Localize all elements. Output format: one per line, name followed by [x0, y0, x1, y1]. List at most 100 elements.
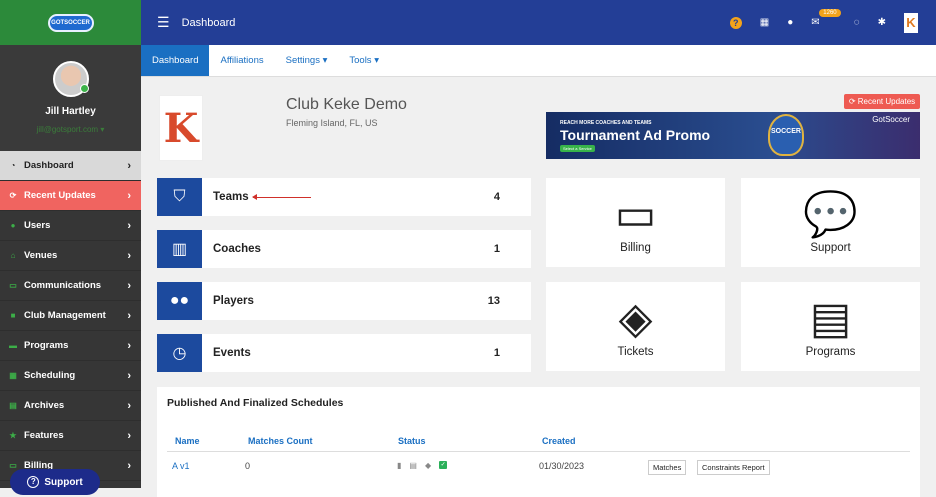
refresh-icon: ⟳: [848, 97, 858, 106]
mail-icon[interactable]: ✉ 1260: [811, 9, 841, 28]
sidebar-item-dashboard[interactable]: ◔ Dashboard ›: [0, 151, 141, 181]
constraints-report-button[interactable]: Constraints Report: [697, 460, 770, 475]
tab-settings[interactable]: Settings ▾: [275, 45, 339, 76]
matches-button[interactable]: Matches: [648, 460, 687, 475]
credit-card-icon: ▭: [9, 460, 17, 470]
sidebar-item-label: Venues: [24, 250, 58, 261]
sidebar-item-recent-updates[interactable]: ⟳ Recent Updates ›: [0, 181, 141, 211]
tab-affiliations[interactable]: Affiliations: [209, 45, 274, 76]
column-header-name[interactable]: Name: [175, 436, 200, 446]
stat-teams[interactable]: ⛉ Teams 4: [157, 178, 531, 216]
published-icon[interactable]: ✓: [439, 461, 448, 469]
page-title: Dashboard: [181, 16, 236, 29]
ad-tagline: REACH MORE COACHES AND TEAMS: [560, 120, 652, 126]
tab-bar: Dashboard Affiliations Settings ▾ Tools …: [141, 45, 936, 77]
column-header-matches-count[interactable]: Matches Count: [248, 436, 313, 446]
recent-updates-button[interactable]: ⟳ Recent Updates: [844, 94, 920, 109]
card-label: Support: [810, 242, 851, 254]
refresh-icon: ⟳: [9, 190, 17, 200]
bookmark-icon[interactable]: ▮: [397, 461, 401, 470]
question-icon: ?: [27, 476, 40, 488]
chat-icon[interactable]: ◌: [854, 17, 860, 28]
briefcase-icon: ■: [10, 310, 16, 320]
user-email: jill@gotsport.com: [36, 125, 99, 134]
tachometer-icon: ◔: [10, 160, 16, 170]
user-email-dropdown[interactable]: jill@gotsport.com ▾: [37, 125, 105, 134]
calendar-icon: ▦: [9, 370, 17, 380]
sidebar-item-label: Users: [24, 220, 51, 231]
schedules-panel: Published And Finalized Schedules Name M…: [157, 387, 920, 497]
sidebar-item-label: Club Management: [24, 310, 106, 321]
stat-count: 1: [493, 347, 500, 359]
online-status-dot: [79, 84, 89, 93]
hamburger-menu-icon[interactable]: ☰: [157, 14, 170, 31]
users-icon: ●●: [157, 282, 202, 320]
gear-icon[interactable]: ✱: [878, 17, 886, 28]
sidebar-item-club-management[interactable]: ■ Club Management ›: [0, 301, 141, 331]
annotation-arrow: [252, 194, 311, 200]
sidebar-item-archives[interactable]: ▤ Archives ›: [0, 391, 141, 421]
sidebar-item-features[interactable]: ★ Features ›: [0, 421, 141, 451]
help-icon[interactable]: ?: [729, 16, 742, 29]
support-button[interactable]: ? Support: [10, 469, 100, 495]
chevron-right-icon: ›: [127, 429, 131, 442]
tickets-card[interactable]: ◈ Tickets: [546, 282, 725, 371]
column-header-created[interactable]: Created: [542, 436, 576, 446]
chat-icon: ▭: [9, 280, 17, 290]
user-name: Jill Hartley: [45, 106, 96, 117]
tab-label: Settings: [285, 55, 320, 66]
chevron-right-icon: ›: [127, 249, 131, 262]
soccer-badge: SOCCER: [768, 114, 804, 156]
tab-dashboard[interactable]: Dashboard: [141, 45, 210, 76]
sidebar-item-label: Communications: [24, 280, 102, 291]
mail-badge: 1260: [819, 9, 841, 17]
sidebar-item-venues[interactable]: ⌂ Venues ›: [0, 241, 141, 271]
stat-label: Players: [213, 295, 254, 307]
book-icon: ▥: [157, 230, 202, 268]
stat-events[interactable]: ◷ Events 1: [157, 334, 531, 372]
sidebar-item-label: Programs: [24, 340, 69, 351]
schedule-name-link[interactable]: A v1: [172, 461, 190, 471]
sidebar-item-label: Features: [24, 430, 64, 441]
shield-icon: ⛉: [157, 178, 202, 216]
comments-icon: 💬: [803, 190, 858, 239]
sidebar-item-scheduling[interactable]: ▦ Scheduling ›: [0, 361, 141, 391]
tag-icon[interactable]: ◆: [425, 461, 431, 470]
ad-headline: Tournament Ad Promo: [560, 127, 711, 143]
credit-card-icon: ▭: [614, 190, 657, 239]
sidebar-item-users[interactable]: ● Users ›: [0, 211, 141, 241]
home-icon: ⌂: [10, 250, 16, 260]
clock-icon: ◷: [157, 334, 202, 372]
sidebar-item-communications[interactable]: ▭ Communications ›: [0, 271, 141, 301]
stat-coaches[interactable]: ▥ Coaches 1: [157, 230, 531, 268]
card-label: Programs: [805, 346, 856, 358]
programs-card[interactable]: ▤ Programs: [741, 282, 920, 371]
ticket-icon: ◈: [618, 294, 653, 343]
sidebar-item-label: Scheduling: [24, 370, 76, 381]
support-card[interactable]: 💬 Support: [741, 178, 920, 267]
stat-count: 13: [487, 295, 500, 307]
ad-cta[interactable]: Select a Service: [560, 145, 595, 152]
user-icon[interactable]: ●: [787, 17, 793, 28]
ad-banner[interactable]: REACH MORE COACHES AND TEAMS Tournament …: [546, 112, 920, 159]
sidebar-item-label: Dashboard: [24, 160, 74, 171]
sidebar-item-programs[interactable]: ▬ Programs ›: [0, 331, 141, 361]
sidebar-item-label: Archives: [24, 400, 65, 411]
avatar[interactable]: [52, 61, 89, 97]
tab-tools[interactable]: Tools ▾: [338, 45, 390, 76]
qr-code-icon[interactable]: ▦: [760, 17, 769, 28]
divider: [167, 451, 910, 452]
club-avatar[interactable]: K: [904, 12, 918, 33]
support-label: Support: [44, 476, 83, 488]
club-logo: K: [159, 95, 203, 161]
gotsoccer-logo[interactable]: GOTSOCCER: [47, 13, 94, 32]
stat-players[interactable]: ●● Players 13: [157, 282, 531, 320]
sidebar-item-label: Recent Updates: [24, 190, 96, 201]
document-icon: ▤: [809, 294, 852, 343]
billing-card[interactable]: ▭ Billing: [546, 178, 725, 267]
note-icon[interactable]: ▤: [409, 461, 417, 470]
column-header-status[interactable]: Status: [398, 436, 426, 446]
card-label: Tickets: [617, 346, 654, 358]
club-location: Fleming Island, FL, US: [286, 118, 378, 128]
star-icon: ★: [9, 430, 17, 440]
